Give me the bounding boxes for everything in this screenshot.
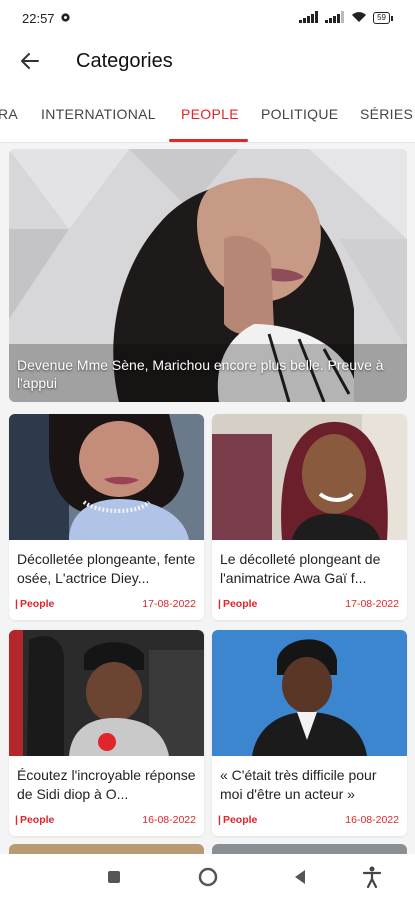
category-label[interactable]: People [218, 598, 257, 610]
article-meta: People 17-08-2022 [15, 598, 196, 610]
app-bar: Categories [0, 36, 415, 86]
system-nav-bar [0, 854, 415, 900]
gear-icon [60, 11, 71, 26]
article-card[interactable]: Décolletée plongeante, fente osée, L'act… [9, 414, 204, 620]
accessibility-button[interactable] [357, 862, 387, 892]
circle-icon [198, 867, 218, 887]
article-meta: People 16-08-2022 [15, 814, 196, 826]
article-card[interactable]: Le décolleté plongeant de l'animatrice A… [212, 414, 407, 620]
square-icon [108, 871, 120, 883]
article-meta: People 16-08-2022 [218, 814, 399, 826]
wifi-icon [351, 11, 367, 26]
article-title: Le décolleté plongeant de l'animatrice A… [220, 551, 381, 586]
arrow-left-icon [21, 53, 39, 69]
home-button[interactable] [193, 862, 223, 892]
article-date: 16-08-2022 [142, 814, 196, 826]
category-label[interactable]: People [218, 814, 257, 826]
article-card[interactable]: « C'était très difficile pour moi d'être… [212, 630, 407, 836]
article-image [9, 414, 204, 540]
article-feed[interactable]: Devenue Mme Sène, Marichou encore plus b… [0, 142, 415, 854]
article-image [9, 630, 204, 756]
article-date: 16-08-2022 [345, 814, 399, 826]
article-card-partial[interactable] [9, 844, 204, 854]
battery-level: 59 [373, 12, 390, 24]
battery-icon: 59 [373, 12, 393, 24]
back-nav-button[interactable] [285, 862, 315, 892]
accessibility-icon [362, 866, 382, 888]
article-meta: People 17-08-2022 [218, 598, 399, 610]
status-bar: 22:57 59 [0, 0, 415, 36]
tab-international[interactable]: INTERNATIONAL [41, 86, 156, 142]
status-time: 22:57 [22, 10, 55, 26]
recents-button[interactable] [99, 862, 129, 892]
back-button[interactable] [0, 36, 60, 86]
article-date: 17-08-2022 [142, 598, 196, 610]
signal-icon-2 [325, 10, 345, 26]
category-tabs: RA INTERNATIONAL PEOPLE POLITIQUE SÉRIES… [0, 86, 415, 143]
category-label[interactable]: People [15, 598, 54, 610]
article-date: 17-08-2022 [345, 598, 399, 610]
article-image [212, 630, 407, 756]
triangle-back-icon [295, 870, 305, 884]
tab-series[interactable]: SÉRIES E [360, 86, 415, 142]
tab-people[interactable]: PEOPLE [181, 86, 239, 142]
article-card[interactable]: Écoutez l'incroyable réponse de Sidi dio… [9, 630, 204, 836]
article-image [212, 414, 407, 540]
category-label[interactable]: People [15, 814, 54, 826]
tab-ra[interactable]: RA [0, 86, 18, 142]
page-title: Categories [76, 49, 173, 72]
tab-politique[interactable]: POLITIQUE [261, 86, 338, 142]
article-title: Décolletée plongeante, fente osée, L'act… [17, 551, 196, 586]
hero-title: Devenue Mme Sène, Marichou encore plus b… [17, 357, 384, 391]
signal-icon [299, 10, 319, 26]
article-title: « C'était très difficile pour moi d'être… [220, 767, 377, 802]
article-card-partial[interactable] [212, 844, 407, 854]
article-title: Écoutez l'incroyable réponse de Sidi dio… [17, 767, 196, 802]
hero-article[interactable]: Devenue Mme Sène, Marichou encore plus b… [9, 149, 407, 402]
